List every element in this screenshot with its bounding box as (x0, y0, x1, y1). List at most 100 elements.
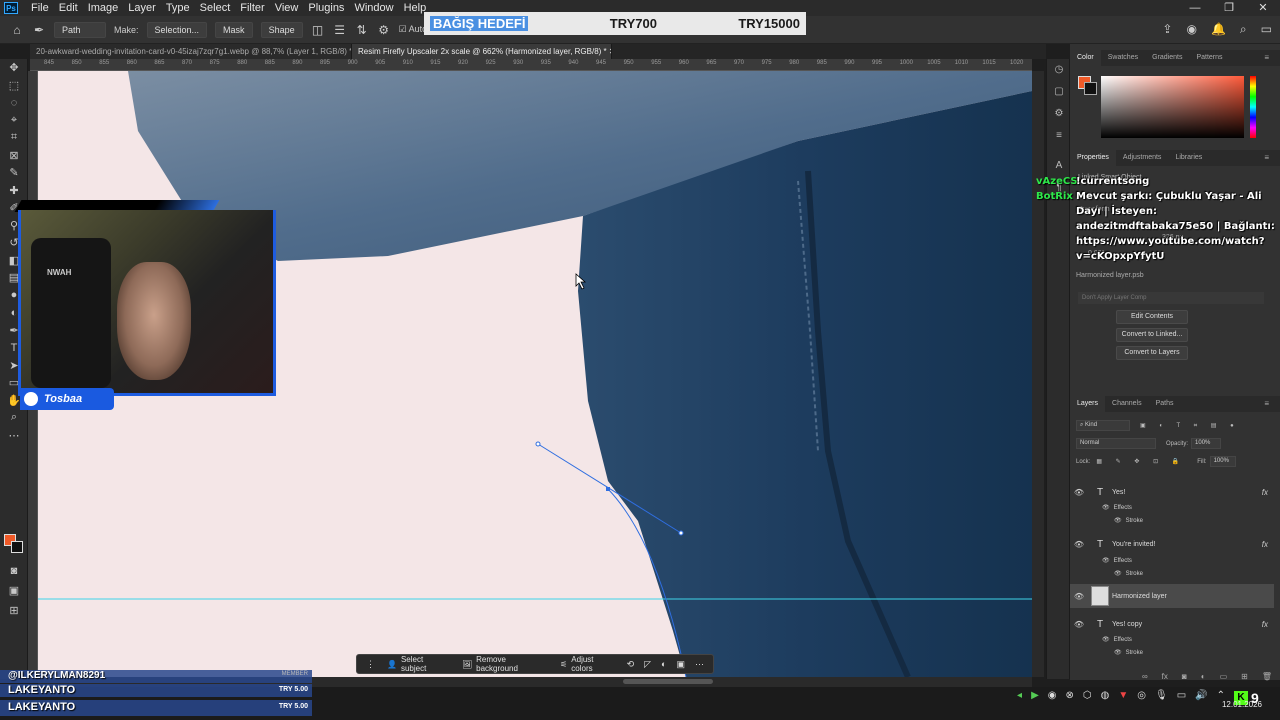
screen-mode-icon[interactable]: ▣ (0, 582, 28, 600)
crop-tool-icon[interactable]: ⌗ (0, 129, 28, 147)
menu-select[interactable]: Select (195, 0, 236, 16)
tab-layers[interactable]: Layers (1070, 396, 1106, 412)
eye-icon[interactable]: 👁 (1070, 592, 1088, 601)
anticheat-icon[interactable]: ▼ (1118, 690, 1128, 701)
edit-contents-button[interactable]: Edit Contents (1116, 310, 1188, 324)
tab-wedding-invitation[interactable]: 20-awkward-wedding-invitation-card-v0-45… (30, 44, 352, 59)
adjust-colors-button[interactable]: ⚟ Adjust colors (555, 655, 619, 673)
hue-slider[interactable] (1250, 76, 1256, 138)
adjustment-layer-icon[interactable]: ◐ (1201, 672, 1206, 686)
eye-icon[interactable]: 👁 (1102, 636, 1110, 643)
notifications-icon[interactable]: 🔔 (1211, 22, 1226, 37)
menu-plugins[interactable]: Plugins (303, 0, 349, 16)
tab-swatches[interactable]: Swatches (1101, 50, 1145, 66)
fx-icon[interactable]: fx (1262, 620, 1268, 629)
horizontal-scroll-thumb[interactable] (623, 679, 713, 684)
convert-to-linked-button[interactable]: Convert to Linked... (1116, 328, 1188, 342)
actions-icon[interactable]: ⚙ (1047, 103, 1071, 125)
tab-libraries[interactable]: Libraries (1168, 150, 1209, 166)
eye-icon[interactable]: 👁 (1102, 504, 1110, 511)
generative-fill-icon[interactable]: ▣ (673, 659, 688, 670)
stroke-row[interactable]: 👁 Stroke (1114, 649, 1143, 657)
menu-type[interactable]: Type (161, 0, 195, 16)
path-arrangement-icon[interactable]: ⇅ (355, 23, 369, 37)
object-select-tool-icon[interactable]: ⌖ (0, 112, 28, 130)
share-icon[interactable]: ⇪ (1162, 22, 1172, 37)
volume-icon[interactable]: 🔊 (1195, 690, 1207, 701)
menu-filter[interactable]: Filter (235, 0, 269, 16)
link-layers-icon[interactable]: ∞ (1142, 672, 1148, 686)
background-color-swatch[interactable] (11, 541, 23, 553)
fx-icon[interactable]: fx (1262, 488, 1268, 497)
opacity-input[interactable]: 100% (1191, 438, 1222, 449)
tab-properties[interactable]: Properties (1070, 150, 1116, 166)
select-subject-button[interactable]: 👤 Select subject (382, 655, 453, 673)
minimize-button[interactable]: — (1178, 0, 1212, 16)
pen-mode-select[interactable]: Path (54, 21, 106, 38)
menu-file[interactable]: File (26, 0, 54, 16)
gamepad-icon[interactable]: ◍ (1101, 690, 1110, 701)
zoom-tool-icon[interactable]: ⌕ (0, 409, 28, 427)
headset-icon[interactable]: ◎ (1137, 690, 1146, 701)
tab-paths[interactable]: Paths (1149, 396, 1181, 412)
effects-row[interactable]: 👁 Effects (1102, 504, 1132, 512)
eyedropper-tool-icon[interactable]: ✎ (0, 164, 28, 182)
layer-kind-filter[interactable]: ⌕ Kind (1076, 420, 1130, 431)
warp-icon[interactable]: ◸ (641, 659, 654, 670)
steam-icon[interactable]: ⊗ (1066, 690, 1074, 701)
tray-clock[interactable]: 12.01.2026 (1222, 700, 1262, 709)
comments-icon[interactable]: ▢ (1047, 81, 1071, 103)
blend-mode-select[interactable]: Normal (1076, 438, 1156, 449)
quick-mask-icon[interactable]: ◙ (0, 562, 28, 580)
panel-menu-icon[interactable]: ≡ (1257, 396, 1276, 412)
discord-icon[interactable]: ◉ (1048, 690, 1057, 701)
history-icon[interactable]: ◷ (1047, 59, 1071, 81)
spot-healing-tool-icon[interactable]: ✚ (0, 182, 28, 200)
eye-icon[interactable]: 👁 (1114, 570, 1122, 577)
menu-window[interactable]: Window (349, 0, 398, 16)
lasso-tool-icon[interactable]: ◌ (0, 94, 28, 112)
effects-row[interactable]: 👁 Effects (1102, 557, 1132, 565)
make-mask-button[interactable]: Mask (215, 21, 253, 38)
eye-icon[interactable]: 👁 (1070, 620, 1088, 629)
menu-edit[interactable]: Edit (54, 0, 83, 16)
eye-icon[interactable]: 👁 (1070, 540, 1088, 549)
search-icon[interactable]: ⌕ (1240, 22, 1247, 37)
eye-icon[interactable]: 👁 (1114, 517, 1122, 524)
shield-icon[interactable]: ⬡ (1083, 690, 1092, 701)
drag-handle-icon[interactable]: ⋮ (363, 659, 378, 670)
delete-layer-icon[interactable]: 🗑 (1262, 672, 1272, 686)
eye-icon[interactable]: 👁 (1070, 488, 1088, 497)
marquee-tool-icon[interactable]: ⬚ (0, 77, 28, 95)
adjustments-icon[interactable]: ≡ (1047, 125, 1071, 147)
add-style-icon[interactable]: fx (1162, 672, 1168, 686)
tab-gradients[interactable]: Gradients (1145, 50, 1189, 66)
new-layer-icon[interactable]: ⊞ (1241, 672, 1248, 686)
vertical-scrollbar[interactable] (1032, 71, 1044, 677)
tab-color[interactable]: Color (1070, 50, 1101, 66)
fx-icon[interactable]: fx (1262, 540, 1268, 549)
layer-row-selected[interactable]: 👁 Harmonized layer (1070, 584, 1274, 608)
play-icon[interactable]: ▶ (1031, 690, 1039, 701)
path-operations-icon[interactable]: ◫ (311, 23, 325, 37)
tray-arrow-icon[interactable]: ◂ (1017, 690, 1022, 701)
path-alignment-icon[interactable]: ☰ (333, 23, 347, 37)
new-group-icon[interactable]: ▭ (1220, 672, 1228, 686)
transform-icon[interactable]: ⟲ (624, 659, 638, 670)
menu-image[interactable]: Image (83, 0, 124, 16)
microphone-icon[interactable]: 🎙 (1155, 690, 1168, 701)
eye-icon[interactable]: 👁 (1114, 649, 1122, 656)
make-shape-button[interactable]: Shape (260, 21, 303, 38)
convert-to-layers-button[interactable]: Convert to Layers (1116, 346, 1188, 360)
layer-row[interactable]: 👁 T Yes! copy fx (1070, 612, 1274, 636)
fill-input[interactable]: 100% (1209, 456, 1236, 467)
stroke-row[interactable]: 👁 Stroke (1114, 517, 1143, 525)
menu-layer[interactable]: Layer (123, 0, 161, 16)
layer-row[interactable]: 👁 T Yes! fx (1070, 480, 1274, 504)
make-selection-button[interactable]: Selection... (146, 21, 208, 38)
edit-toolbar-icon[interactable]: ⊞ (0, 602, 28, 620)
tab-adjustments[interactable]: Adjustments (1116, 150, 1169, 166)
move-tool-icon[interactable]: ✥ (0, 59, 28, 77)
mask-icon[interactable]: ◐ (658, 659, 669, 669)
stroke-row[interactable]: 👁 Stroke (1114, 570, 1143, 578)
